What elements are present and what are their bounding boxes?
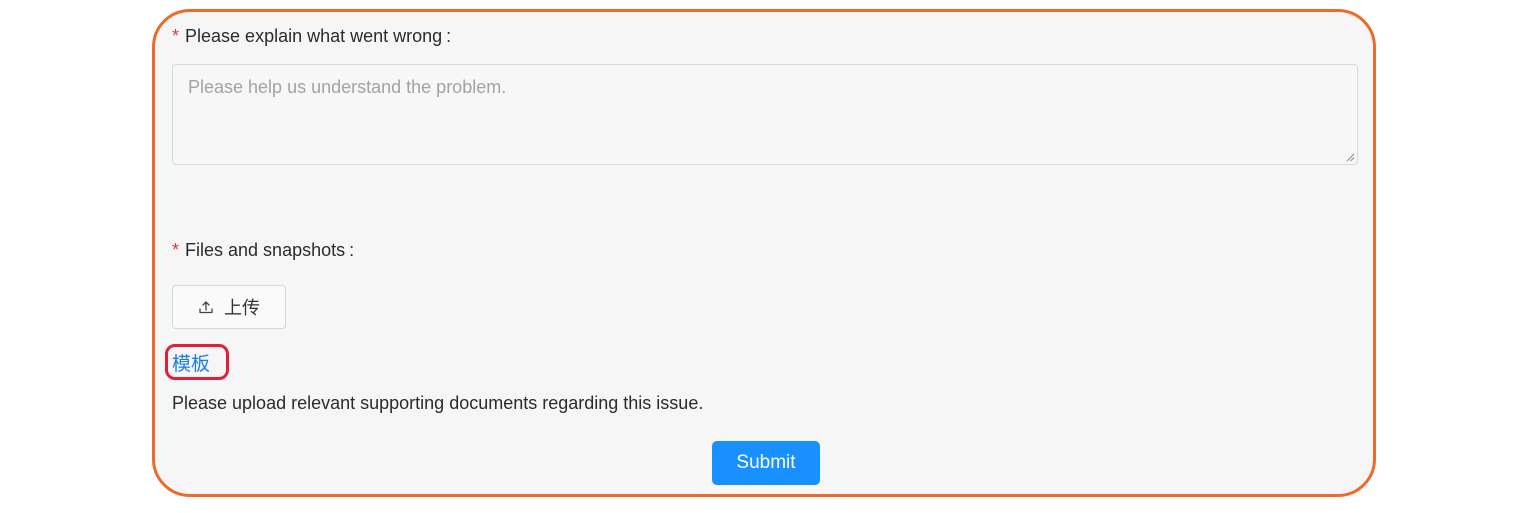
upload-hint: Please upload relevant supporting docume… bbox=[172, 393, 704, 413]
template-link[interactable]: 模板 bbox=[165, 344, 229, 380]
required-mark: * bbox=[172, 240, 180, 260]
problem-label: * Please explain what went wrong: bbox=[172, 26, 451, 47]
resize-handle-icon[interactable] bbox=[1346, 153, 1355, 162]
submit-button[interactable]: Submit bbox=[712, 441, 820, 485]
upload-button[interactable]: 上传 bbox=[172, 285, 286, 329]
problem-label-text: Please explain what went wrong bbox=[185, 26, 443, 46]
label-colon: : bbox=[349, 240, 355, 260]
upload-icon bbox=[199, 301, 213, 314]
problem-description-input[interactable] bbox=[172, 64, 1358, 165]
required-mark: * bbox=[172, 26, 180, 46]
files-label-text: Files and snapshots bbox=[185, 240, 346, 260]
files-label: * Files and snapshots: bbox=[172, 240, 354, 261]
label-colon: : bbox=[446, 26, 452, 46]
upload-button-label: 上传 bbox=[224, 298, 260, 318]
feedback-form: *Please explain what went wrong: *Files … bbox=[152, 9, 1376, 497]
